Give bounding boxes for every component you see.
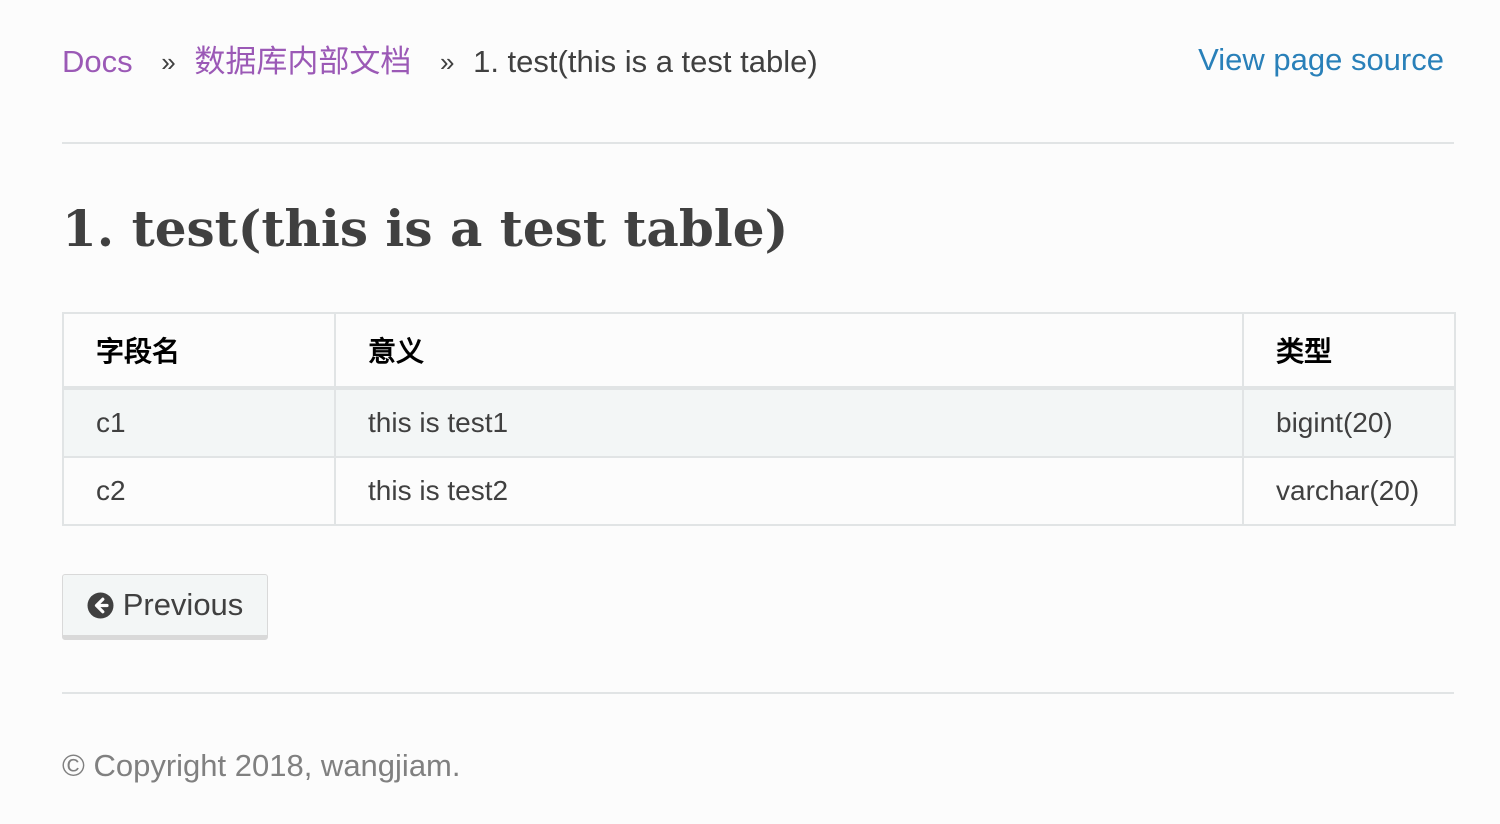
previous-button-label: Previous — [122, 587, 244, 622]
type-cell: varchar(20) — [1242, 456, 1456, 526]
table-row: c2 this is test2 varchar(20) — [62, 456, 1456, 526]
table-header-row: 字段名 意义 类型 — [62, 312, 1456, 390]
breadcrumb-separator: » — [439, 47, 455, 77]
breadcrumb-separator: » — [161, 47, 176, 77]
documentation-page: Docs » 数据库内部文档 » 1. test(this is a test … — [0, 0, 1500, 824]
field-name-cell: c1 — [62, 387, 336, 458]
meaning-cell: this is test2 — [334, 456, 1244, 526]
column-header-meaning: 意义 — [334, 312, 1244, 390]
meaning-cell: this is test1 — [334, 387, 1244, 458]
table-row: c1 this is test1 bigint(20) — [62, 387, 1456, 458]
column-header-field-name: 字段名 — [62, 312, 336, 390]
field-name-cell: c2 — [62, 456, 336, 526]
breadcrumb: Docs » 数据库内部文档 » 1. test(this is a test … — [62, 44, 818, 80]
type-cell: bigint(20) — [1242, 387, 1456, 458]
top-divider — [62, 142, 1454, 144]
arrow-circle-left-icon — [87, 592, 114, 619]
copyright-footer: © Copyright 2018, wangjiam. — [62, 748, 461, 783]
breadcrumb-section-link[interactable]: 数据库内部文档 — [194, 44, 411, 79]
column-header-type: 类型 — [1242, 312, 1456, 390]
field-table: 字段名 意义 类型 c1 this is test1 bigint(20) c2… — [62, 312, 1456, 526]
top-navigation: Docs » 数据库内部文档 » 1. test(this is a test … — [62, 36, 1454, 96]
field-table-container: 字段名 意义 类型 c1 this is test1 bigint(20) c2… — [62, 312, 1456, 526]
previous-button[interactable]: Previous — [62, 574, 268, 640]
bottom-divider — [62, 692, 1454, 694]
breadcrumb-current-page: 1. test(this is a test table) — [473, 44, 818, 79]
breadcrumb-docs-link[interactable]: Docs — [62, 44, 133, 79]
page-title: 1. test(this is a test table) — [62, 199, 789, 258]
view-page-source-link[interactable]: View page source — [1198, 42, 1444, 78]
